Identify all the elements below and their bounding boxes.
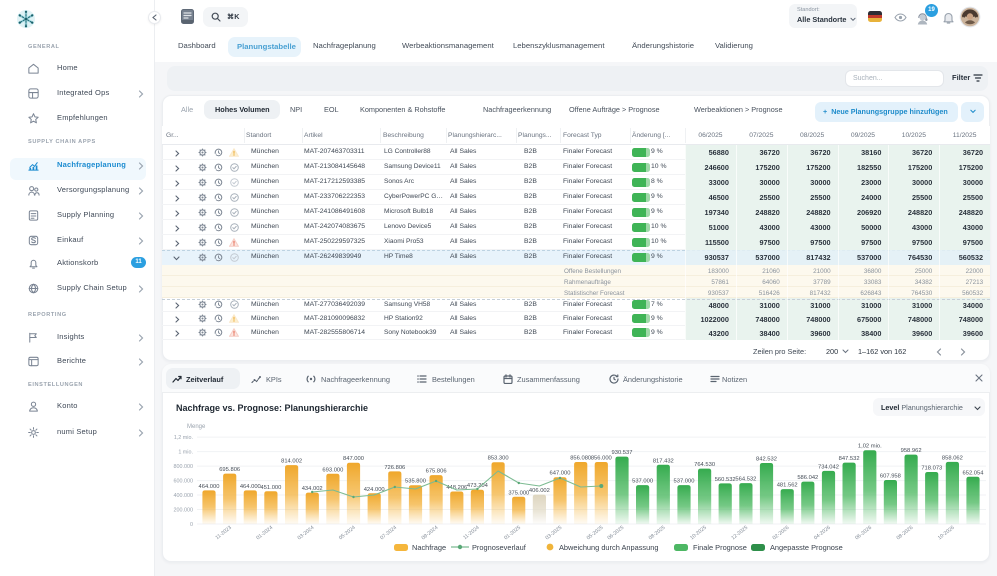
svg-text:718.073: 718.073 bbox=[921, 466, 942, 472]
svg-text:464.000: 464.000 bbox=[199, 484, 220, 490]
svg-text:537.000: 537.000 bbox=[674, 479, 695, 485]
svg-text:695.806: 695.806 bbox=[219, 467, 240, 473]
svg-text:05-2024: 05-2024 bbox=[338, 525, 357, 542]
svg-text:814.002: 814.002 bbox=[281, 459, 302, 465]
svg-text:564.532: 564.532 bbox=[735, 477, 756, 483]
svg-text:08-2026: 08-2026 bbox=[896, 525, 915, 542]
svg-text:817.432: 817.432 bbox=[653, 458, 674, 464]
svg-text:560.532: 560.532 bbox=[715, 477, 736, 483]
svg-text:600.000: 600.000 bbox=[174, 478, 194, 484]
svg-text:647.000: 647.000 bbox=[550, 471, 571, 477]
svg-text:Finale Prognose: Finale Prognose bbox=[693, 543, 747, 552]
svg-text:0: 0 bbox=[190, 522, 193, 528]
svg-text:07-2024: 07-2024 bbox=[379, 525, 398, 542]
svg-text:03-2025: 03-2025 bbox=[545, 525, 564, 542]
svg-text:400.000: 400.000 bbox=[174, 493, 194, 499]
svg-text:847.532: 847.532 bbox=[839, 456, 860, 462]
svg-text:858.062: 858.062 bbox=[942, 455, 963, 461]
svg-text:607.958: 607.958 bbox=[880, 474, 901, 480]
svg-text:05-2025: 05-2025 bbox=[586, 525, 605, 542]
svg-text:1,2 mio.: 1,2 mio. bbox=[174, 435, 193, 441]
svg-text:03-2024: 03-2024 bbox=[297, 525, 316, 542]
svg-text:734.042: 734.042 bbox=[818, 464, 839, 470]
svg-text:856.000: 856.000 bbox=[591, 456, 612, 462]
svg-text:10-2026: 10-2026 bbox=[937, 525, 956, 542]
svg-text:451.000: 451.000 bbox=[260, 485, 281, 491]
svg-text:842.532: 842.532 bbox=[756, 457, 777, 463]
svg-text:Angepasste Prognose: Angepasste Prognose bbox=[770, 543, 843, 552]
svg-text:10-2025: 10-2025 bbox=[689, 525, 708, 542]
svg-text:675.806: 675.806 bbox=[426, 469, 447, 475]
svg-text:11-2023: 11-2023 bbox=[215, 525, 233, 541]
svg-text:652.054: 652.054 bbox=[963, 470, 985, 476]
svg-text:06-2026: 06-2026 bbox=[854, 525, 873, 542]
svg-text:1 mio.: 1 mio. bbox=[178, 449, 193, 455]
svg-text:800.000: 800.000 bbox=[174, 464, 194, 470]
svg-text:11-2024: 11-2024 bbox=[462, 525, 480, 541]
svg-text:02-2026: 02-2026 bbox=[772, 525, 791, 542]
svg-text:01-2024: 01-2024 bbox=[255, 525, 274, 542]
svg-text:Prognoseverlauf: Prognoseverlauf bbox=[472, 543, 527, 552]
svg-text:930.537: 930.537 bbox=[612, 450, 633, 456]
svg-text:12-2025: 12-2025 bbox=[730, 525, 749, 542]
svg-text:1,02 mio.: 1,02 mio. bbox=[858, 444, 882, 450]
svg-text:06-2025: 06-2025 bbox=[607, 525, 626, 542]
svg-text:847.000: 847.000 bbox=[343, 456, 364, 462]
svg-text:535.800: 535.800 bbox=[405, 479, 426, 485]
svg-text:464.000: 464.000 bbox=[240, 484, 261, 490]
svg-text:853.300: 853.300 bbox=[488, 456, 509, 462]
svg-text:726.806: 726.806 bbox=[384, 465, 405, 471]
svg-text:481.562: 481.562 bbox=[777, 483, 798, 489]
svg-text:693.000: 693.000 bbox=[322, 467, 343, 473]
svg-text:537.000: 537.000 bbox=[632, 479, 653, 485]
svg-text:375.000: 375.000 bbox=[508, 490, 529, 496]
svg-text:958.962: 958.962 bbox=[901, 448, 922, 454]
svg-text:856.080: 856.080 bbox=[570, 456, 591, 462]
svg-text:406.002: 406.002 bbox=[529, 488, 550, 494]
svg-text:764.530: 764.530 bbox=[694, 462, 715, 468]
svg-text:200.000: 200.000 bbox=[174, 507, 194, 513]
svg-text:09-2024: 09-2024 bbox=[421, 525, 440, 542]
svg-text:08-2025: 08-2025 bbox=[648, 525, 667, 542]
svg-text:04-2026: 04-2026 bbox=[813, 525, 832, 542]
svg-text:Nachfrage: Nachfrage bbox=[412, 543, 446, 552]
svg-text:01-2025: 01-2025 bbox=[503, 525, 522, 542]
svg-text:Abweichung durch Anpassung: Abweichung durch Anpassung bbox=[559, 543, 658, 552]
svg-text:586.042: 586.042 bbox=[797, 475, 818, 481]
